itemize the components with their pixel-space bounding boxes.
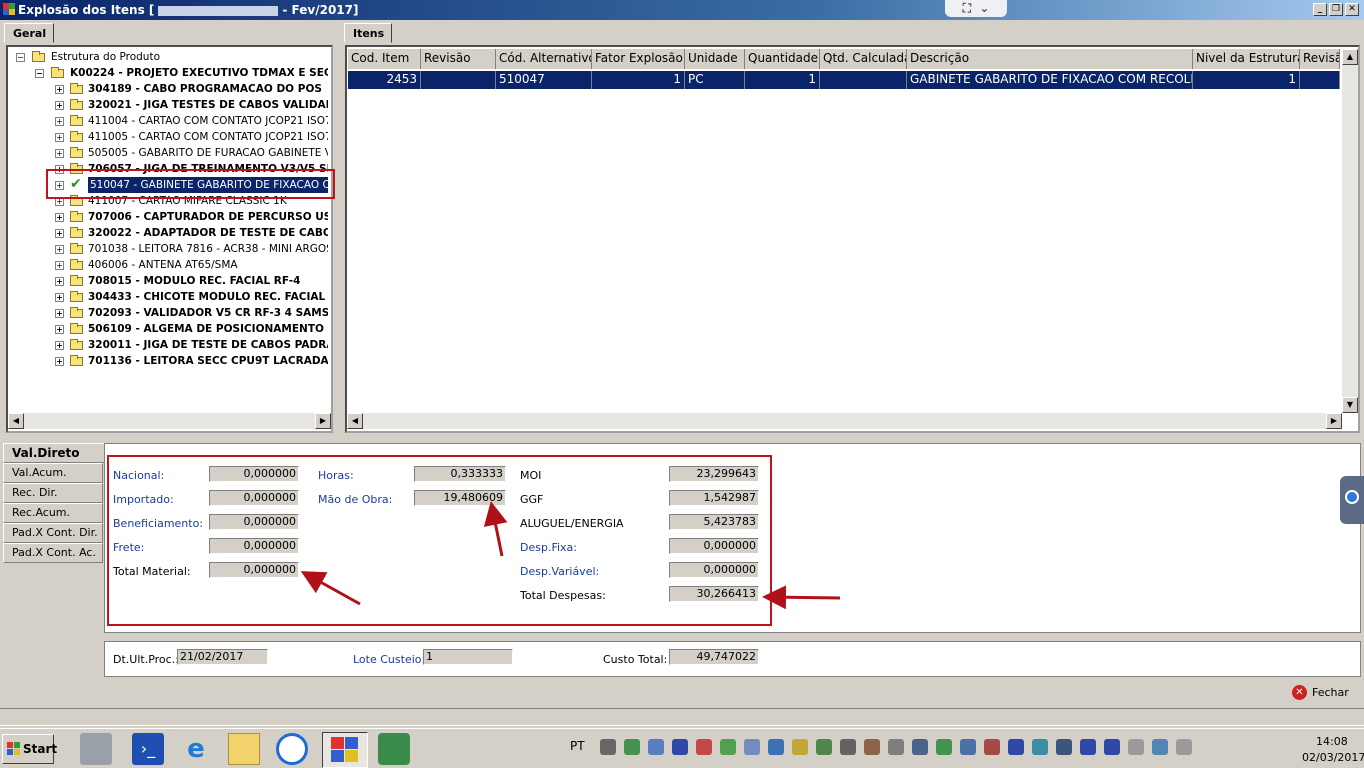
tool-icon[interactable] (648, 739, 664, 755)
settings-icon[interactable] (744, 739, 760, 755)
taskbar-app-active[interactable] (322, 732, 368, 768)
app-tray-icon[interactable] (624, 739, 640, 755)
internet-explorer-icon[interactable]: e (180, 733, 212, 765)
arrow-icon (483, 501, 508, 557)
monitor-icon[interactable] (696, 739, 712, 755)
close-icon: ✕ (1292, 685, 1307, 700)
taskbar: Start ›_ e PT 14:08 02/03/2017 (0, 728, 1364, 768)
computer-icon[interactable] (1032, 739, 1048, 755)
powershell-icon[interactable]: ›_ (132, 733, 164, 765)
keyboard-icon[interactable] (840, 739, 856, 755)
flag-icon[interactable] (1056, 739, 1072, 755)
pen-icon[interactable] (1104, 739, 1120, 755)
custo-total-label: Custo Total: (603, 653, 668, 666)
database-icon[interactable] (378, 733, 410, 765)
windows-logo-icon (7, 742, 21, 756)
app-tray-icon[interactable] (960, 739, 976, 755)
computer-icon[interactable] (80, 733, 112, 765)
network-icon[interactable] (600, 739, 616, 755)
clock-time: 14:08 (1316, 735, 1348, 748)
pen-icon[interactable] (1080, 739, 1096, 755)
side-handle[interactable] (1340, 476, 1364, 524)
lote-custeio-label: Lote Custeio: (353, 653, 426, 666)
network-icon[interactable] (1152, 739, 1168, 755)
mail-icon[interactable] (720, 739, 736, 755)
money-icon[interactable] (912, 739, 928, 755)
start-button[interactable]: Start (2, 734, 58, 764)
pen-icon[interactable] (1008, 739, 1024, 755)
arrow-icon (762, 585, 841, 610)
app-tray-icon[interactable] (792, 739, 808, 755)
folder-icon[interactable] (228, 733, 260, 765)
clock-date: 02/03/2017 (1302, 751, 1364, 764)
fechar-label: Fechar (1312, 686, 1349, 699)
printer-icon[interactable] (864, 739, 880, 755)
teamviewer-icon (1345, 490, 1359, 504)
lote-custeio-value: 1 (423, 649, 513, 665)
arrow-icon (300, 571, 361, 606)
teamviewer-icon[interactable] (276, 733, 308, 765)
start-label: Start (23, 742, 58, 756)
status-bar (0, 708, 1364, 726)
dt-ult-proc-value: 21/02/2017 (177, 649, 268, 665)
volume-icon[interactable] (1176, 739, 1192, 755)
network-icon[interactable] (984, 739, 1000, 755)
flag-icon[interactable] (1128, 739, 1144, 755)
dt-ult-proc-label: Dt.Ult.Proc.: (113, 653, 179, 666)
language-indicator[interactable]: PT (570, 739, 585, 753)
calendar-icon[interactable] (816, 739, 832, 755)
gear-icon[interactable] (888, 739, 904, 755)
pen-icon[interactable] (672, 739, 688, 755)
custo-total-value: 49,747022 (669, 649, 759, 665)
web-icon[interactable] (768, 739, 784, 755)
app-icon (331, 737, 359, 763)
shield-icon[interactable] (936, 739, 952, 755)
